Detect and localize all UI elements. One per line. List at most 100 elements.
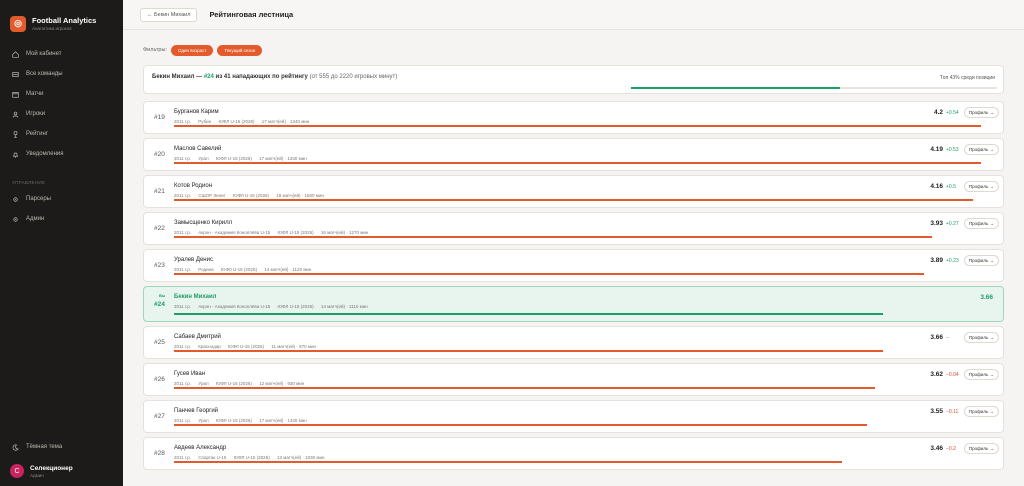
summary-progress-bar — [631, 87, 997, 89]
row-team: Спартак U-15 — [198, 455, 227, 460]
table-row[interactable]: #27 Панчев Георгий 2011 г.р. Урал ЮФЛ U-1… — [143, 400, 1004, 433]
profile-button[interactable]: Профиль → — [964, 255, 999, 266]
row-player-name[interactable]: Бурганов Карим — [174, 109, 219, 115]
summary-progress-fill — [631, 87, 840, 89]
sidebar-item-teams[interactable]: Все команды — [0, 64, 123, 84]
row-player-name[interactable]: Гусев Иван — [174, 371, 205, 377]
row-score: 4.2 — [933, 109, 943, 116]
sidebar-item-label: Рейтинг — [26, 131, 49, 137]
profile-button[interactable]: Профиль → — [964, 181, 999, 192]
row-delta: −0.2 — [946, 446, 956, 452]
filter-chip-current-season[interactable]: Текущий сезон — [217, 44, 263, 56]
row-meta: 2011 г.р. Урал ЮФЛ U-15 (2026) 12 матч(е… — [174, 381, 310, 386]
row-player-name[interactable]: Авдеев Александр — [174, 445, 226, 451]
row-team: Урал — [198, 381, 209, 386]
filters: Фильтры: Один возраст Текущий сезон — [143, 44, 1004, 56]
table-row[interactable]: #22 Замысщенко Кирилл 2011 г.р. Акрон - А… — [143, 212, 1004, 245]
profile-button[interactable]: Профиль → — [964, 107, 999, 118]
theme-toggle[interactable]: Тёмная тема — [0, 438, 123, 456]
row-score-bar — [174, 424, 867, 426]
row-meta: 2011 г.р. Акрон - Академия Коноплёва U-1… — [174, 230, 374, 235]
brand-title: Football Analytics — [32, 16, 97, 25]
table-row[interactable]: #25 Сабаев Дмитрий 2011 г.р. Краснодар ЮФ… — [143, 326, 1004, 359]
filter-chip-same-age[interactable]: Один возраст — [170, 44, 214, 56]
brand[interactable]: ◎ Football Analytics Аналитика игроков — [0, 0, 123, 36]
table-row[interactable]: #20 Маслов Савелий 2011 г.р. Урал ЮФЛ U-1… — [143, 138, 1004, 171]
row-birth-year: 2011 г.р. — [174, 381, 192, 386]
row-rank: #20 — [154, 151, 165, 158]
sidebar-item-matches[interactable]: Матчи — [0, 84, 123, 104]
summary-range: (от 555 до 2220 игровых минут) — [309, 74, 398, 80]
row-league: ЮФЛ U-15 (2026) — [215, 381, 252, 386]
row-player-name[interactable]: Панчев Георгий — [174, 408, 218, 414]
row-delta: −0.11 — [946, 409, 959, 415]
row-score-bar — [174, 350, 883, 352]
sidebar-item-label: Игроки — [26, 111, 46, 117]
row-birth-year: 2011 г.р. — [174, 193, 192, 198]
profile-button[interactable]: Профиль → — [964, 218, 999, 229]
sidebar: ◎ Football Analytics Аналитика игроков М… — [0, 0, 123, 486]
row-league: ЮФЛ U-15 (2026) — [227, 344, 265, 349]
sidebar-item-cabinet[interactable]: Мой кабинет — [0, 44, 123, 64]
row-score: 3.93 — [930, 220, 943, 227]
row-player-name[interactable]: Сабаев Дмитрий — [174, 334, 221, 340]
table-row[interactable]: #28 Авдеев Александр 2011 г.р. Спартак U-… — [143, 437, 1004, 470]
row-league: ЮФЛ U-15 (2026) — [215, 418, 252, 423]
row-player-name[interactable]: Маслов Савелий — [174, 146, 221, 152]
row-league: ЮФЛ U-15 (2026) — [232, 193, 270, 198]
back-button[interactable]: ← Бекин Михаил — [140, 7, 198, 22]
row-delta: +0.54 — [946, 110, 959, 116]
row-player-name[interactable]: Замысщенко Кирилл — [174, 220, 232, 226]
profile-button[interactable]: Профиль → — [964, 144, 999, 155]
user-profile[interactable]: С Селекционер Админ — [0, 460, 123, 486]
table-row[interactable]: #21 Котов Родион 2011 г.р. СШОР Зенит ЮФЛ… — [143, 175, 1004, 208]
table-row[interactable]: #23 Уралев Денис 2011 г.р. Родина ЮФЛ U-1… — [143, 249, 1004, 282]
row-score-bar — [174, 125, 981, 127]
summary-rank: #24 — [203, 74, 214, 80]
you-label: Вы — [159, 293, 166, 298]
sidebar-item-admin[interactable]: Админ — [0, 209, 123, 229]
profile-button[interactable]: Профиль → — [964, 332, 999, 343]
nav-section-title: УПРАВЛЕНИЕ — [12, 180, 46, 185]
profile-button[interactable]: Профиль → — [964, 406, 999, 417]
user-icon — [12, 111, 19, 118]
user-role: Админ — [30, 472, 44, 478]
row-player-name[interactable]: Котов Родион — [174, 183, 212, 189]
theme-toggle-label: Тёмная тема — [26, 444, 63, 450]
row-player-name[interactable]: Бекин Михаил — [174, 294, 217, 300]
row-rank: #28 — [154, 450, 165, 457]
moon-icon — [12, 444, 19, 451]
brand-logo-icon: ◎ — [10, 15, 26, 32]
table-row-current-player[interactable]: Вы #24 Бекин Михаил 2011 г.р. Акрон - Акад… — [143, 286, 1004, 322]
sidebar-item-label: Все команды — [26, 71, 63, 77]
sidebar-item-label: Парсеры — [26, 196, 51, 202]
row-rank: #26 — [154, 376, 165, 383]
profile-button[interactable]: Профиль → — [964, 369, 999, 380]
table-row[interactable]: #26 Гусев Иван 2011 г.р. Урал ЮФЛ U-15 (2… — [143, 363, 1004, 396]
row-birth-year: 2011 г.р. — [174, 119, 192, 124]
calendar-icon — [12, 91, 19, 98]
row-score: 3.66 — [930, 334, 943, 341]
row-league: ЮФЛ U-15 (2026) — [218, 119, 255, 124]
row-matches: 19 матч(ей) · 1500 мин — [276, 193, 324, 198]
row-meta: 2011 г.р. Акрон - Академия Коноплёва U-1… — [174, 304, 374, 309]
row-score-bar — [174, 461, 842, 463]
sidebar-item-notifications[interactable]: Уведомления — [0, 144, 123, 164]
sidebar-item-parsers[interactable]: Парсеры — [0, 189, 123, 209]
sidebar-item-players[interactable]: Игроки — [0, 104, 123, 124]
table-row[interactable]: #19 Бурганов Карим 2011 г.р. Рубин ЮФЛ U-… — [143, 101, 1004, 134]
row-player-name[interactable]: Уралев Денис — [174, 257, 213, 263]
row-birth-year: 2011 г.р. — [174, 230, 192, 235]
row-score-bar — [174, 273, 924, 275]
sidebar-nav: Мой кабинет Все команды Матчи Игроки Рей… — [0, 44, 123, 229]
row-league: ЮФЛ U-15 (2026) — [233, 455, 270, 460]
sidebar-item-label: Матчи — [26, 91, 44, 97]
profile-button[interactable]: Профиль → — [964, 443, 999, 454]
row-delta: +0.5 — [946, 184, 956, 190]
row-matches: 11 матч(ей) · 870 мин — [271, 344, 316, 349]
row-league: ЮФЛ U-15 (2026) — [277, 230, 314, 235]
row-rank: #22 — [154, 225, 165, 232]
sidebar-item-label: Мой кабинет — [26, 51, 62, 57]
sidebar-item-label: Админ — [26, 216, 45, 222]
sidebar-item-rating[interactable]: Рейтинг — [0, 124, 123, 144]
